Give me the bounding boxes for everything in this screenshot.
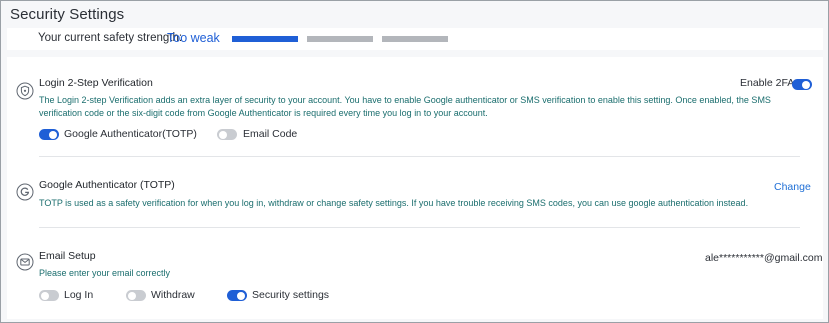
- email-security-settings-label: Security settings: [252, 289, 330, 301]
- strength-segment-1: [232, 36, 298, 42]
- email-code-toggle[interactable]: [217, 129, 237, 140]
- mail-icon: [16, 253, 34, 271]
- totp-description: TOTP is used as a safety verification fo…: [39, 198, 749, 208]
- google-authenticator-label: Google Authenticator(TOTP): [64, 128, 197, 140]
- strength-segment-2: [307, 36, 373, 42]
- email-withdraw-toggle[interactable]: [126, 290, 146, 301]
- safety-strength-bar: Your current safety strength: Too weak: [7, 28, 823, 50]
- enable-2fa-toggle[interactable]: [792, 79, 812, 90]
- google-icon: [16, 183, 34, 201]
- email-setup-title: Email Setup: [39, 250, 96, 262]
- strength-label: Your current safety strength:: [38, 32, 183, 44]
- settings-panel: Login 2-Step Verification The Login 2-st…: [7, 57, 823, 319]
- email-setup-description: Please enter your email correctly: [39, 268, 171, 278]
- email-withdraw-label: Withdraw: [151, 289, 195, 301]
- twofa-title: Login 2-Step Verification: [39, 77, 153, 89]
- email-login-label: Log In: [64, 289, 94, 301]
- totp-title: Google Authenticator (TOTP): [39, 179, 175, 191]
- section-divider: [39, 156, 800, 157]
- email-login-toggle[interactable]: [39, 290, 59, 301]
- twofa-description-line-2: verification code or the six-digit code …: [39, 108, 488, 118]
- enable-2fa-label: Enable 2FA: [740, 77, 795, 89]
- strength-value: Too weak: [167, 31, 220, 45]
- page-title: Security Settings: [10, 6, 125, 23]
- section-divider: [39, 227, 800, 228]
- strength-segment-3: [382, 36, 448, 42]
- security-settings-window: Security Settings Your current safety st…: [0, 0, 829, 323]
- shield-icon: [16, 82, 34, 100]
- email-address: ale***********@gmail.com: [705, 252, 823, 264]
- twofa-description-line-1: The Login 2-step Verification adds an ex…: [39, 95, 771, 105]
- google-authenticator-toggle[interactable]: [39, 129, 59, 140]
- change-totp-link[interactable]: Change: [774, 181, 811, 193]
- email-code-label: Email Code: [243, 128, 298, 140]
- email-security-settings-toggle[interactable]: [227, 290, 247, 301]
